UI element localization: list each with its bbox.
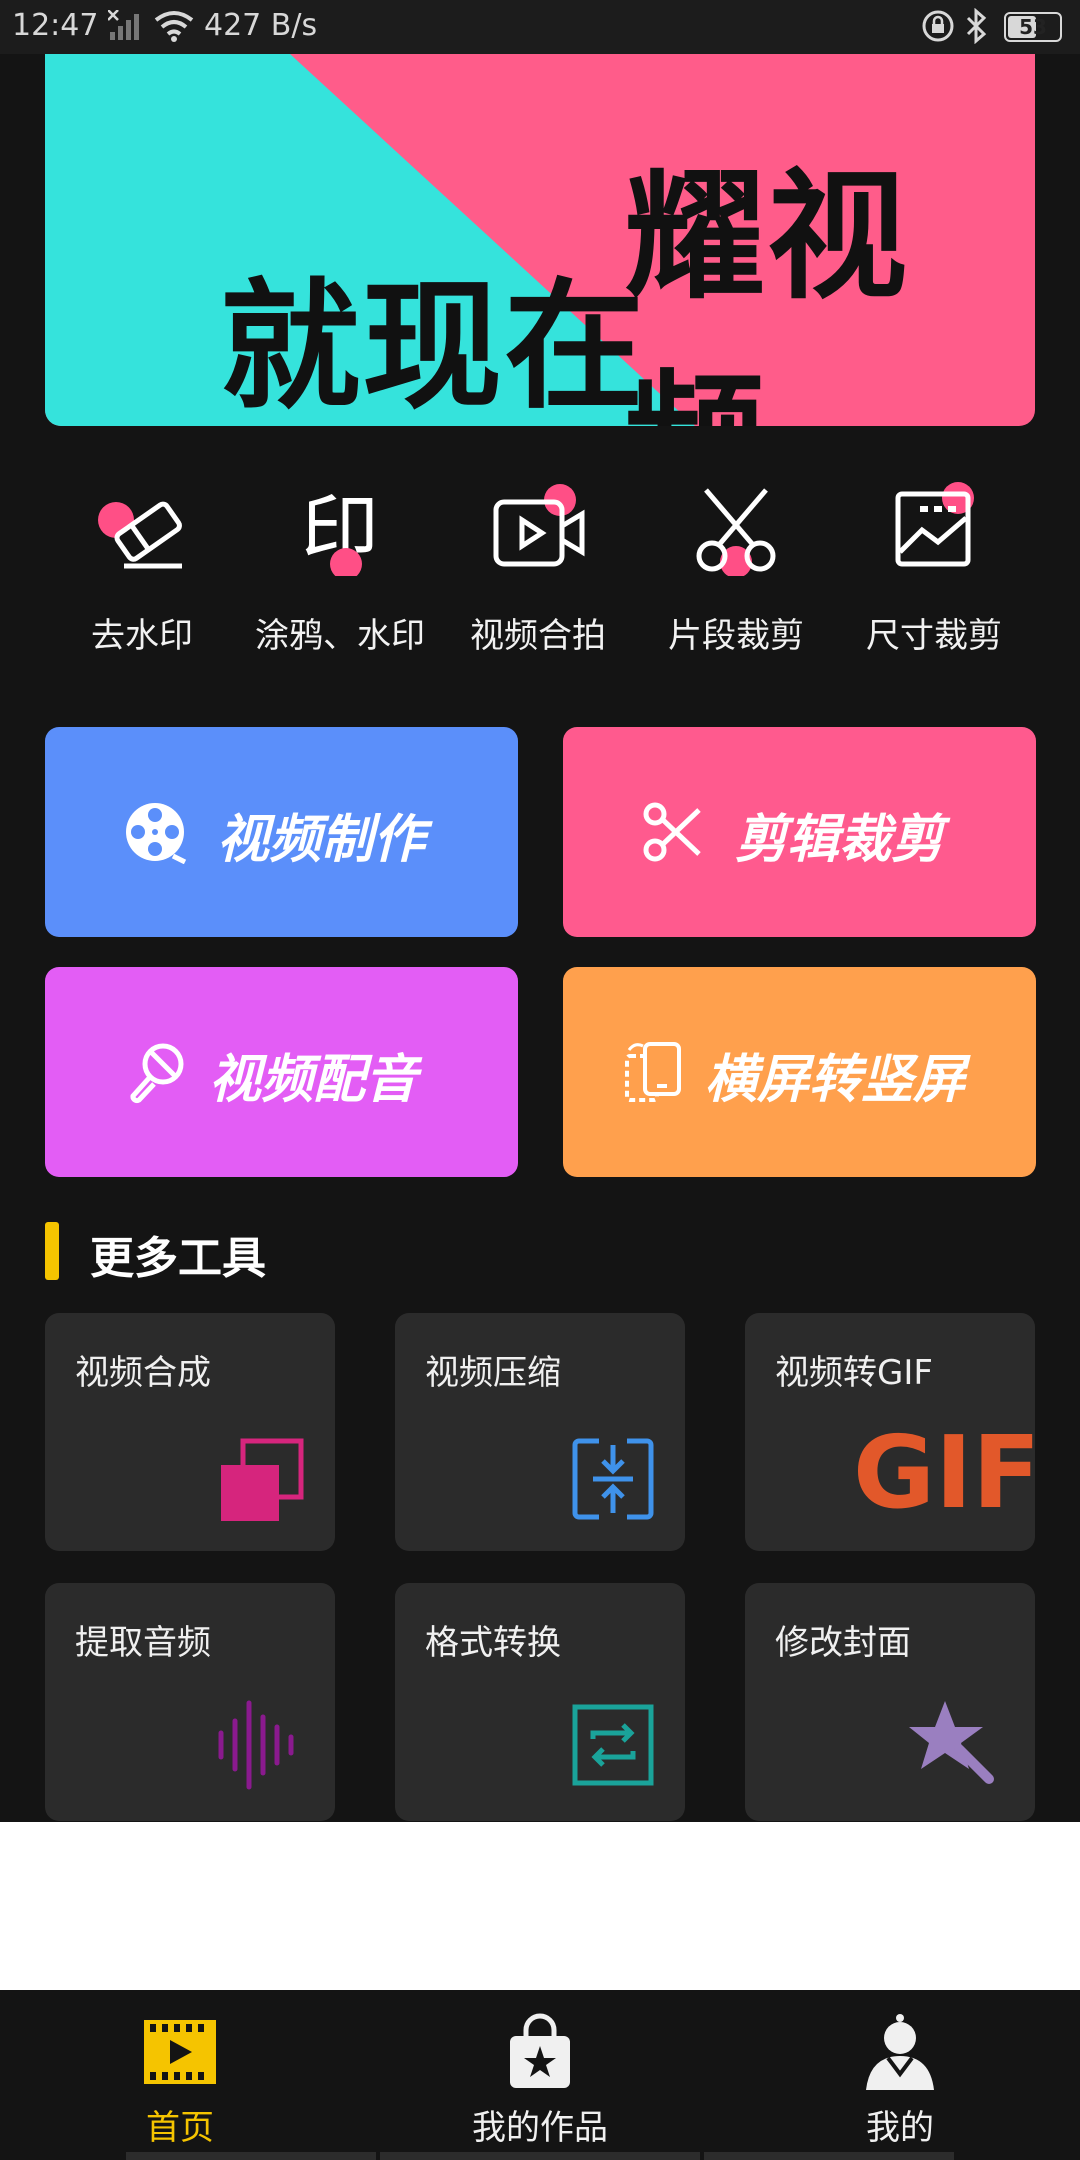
stamp-icon: 印: [301, 487, 379, 576]
tool-extract-audio[interactable]: 提取音频: [45, 1583, 335, 1821]
rotation-lock-icon: [922, 10, 954, 42]
battery-icon: 53: [1004, 12, 1062, 42]
quick-tool-label: 视频合拍: [470, 616, 606, 656]
landscape-to-portrait-label: 横屏转竖屏: [705, 1050, 966, 1110]
nav-home-label: 首页: [146, 2108, 214, 2148]
tool-label: 视频转GIF: [775, 1353, 933, 1393]
nav-profile[interactable]: 我的: [770, 1990, 1030, 2160]
blank-area: [0, 1822, 1080, 1990]
quick-tool-size-crop[interactable]: 尺寸裁剪: [839, 480, 1029, 660]
quick-tool-clip-cut[interactable]: 片段裁剪: [641, 480, 831, 660]
gif-icon: GIF: [853, 1414, 1041, 1531]
scissors-icon: [643, 802, 701, 862]
video-making-label: 视频制作: [217, 810, 426, 870]
star-wand-icon: [909, 1701, 994, 1784]
image-crop-icon: [895, 482, 974, 567]
clip-cut-button[interactable]: 剪辑裁剪: [563, 727, 1036, 937]
section-accent-bar: [45, 1222, 59, 1280]
promo-banner[interactable]: 耀视频 就现在: [45, 54, 1035, 426]
landscape-to-portrait-button[interactable]: 横屏转竖屏: [563, 967, 1036, 1177]
quick-tool-label: 去水印: [91, 616, 193, 656]
video-making-button[interactable]: 视频制作: [45, 727, 518, 937]
user-icon: [866, 2014, 934, 2090]
nav-divider: [704, 2152, 954, 2160]
status-time: 12:47: [12, 8, 99, 43]
wifi-icon: [154, 11, 194, 42]
network-speed: 427 B/s: [204, 8, 318, 43]
convert-icon: [572, 1704, 654, 1786]
tool-label: 视频压缩: [425, 1353, 561, 1393]
tool-edit-cover[interactable]: 修改封面: [745, 1583, 1035, 1821]
bluetooth-icon: [966, 8, 987, 44]
banner-subtitle: 就现在: [220, 266, 647, 426]
banner-title: 耀视频: [625, 156, 910, 426]
tool-label: 修改封面: [775, 1623, 911, 1663]
quick-tool-video-duet[interactable]: 视频合拍: [443, 480, 633, 660]
microphone-icon: [130, 1043, 184, 1104]
quick-tool-label: 尺寸裁剪: [866, 616, 1002, 656]
video-camera-icon: [493, 484, 585, 567]
quick-tool-label: 片段裁剪: [668, 616, 804, 656]
tool-video-merge[interactable]: 视频合成: [45, 1313, 335, 1551]
nav-divider: [126, 2152, 376, 2160]
scissors-icon: [696, 488, 776, 576]
status-bar: 12:47 427 B/s 53: [0, 0, 1080, 54]
rotate-screen-icon: [625, 1042, 681, 1102]
bottom-navigation: 首页 我的作品 我的: [0, 1990, 1080, 2160]
bag-star-icon: [510, 2013, 570, 2088]
tool-video-compress[interactable]: 视频压缩: [395, 1313, 685, 1551]
quick-tool-remove-watermark[interactable]: 去水印: [47, 480, 237, 660]
quick-tool-label: 涂鸦、水印: [255, 616, 425, 656]
nav-home[interactable]: 首页: [50, 1990, 310, 2160]
compress-icon: [572, 1438, 654, 1520]
tool-label: 格式转换: [425, 1623, 561, 1663]
cellular-signal-icon: [108, 10, 139, 40]
battery-level: 53: [1019, 15, 1047, 39]
nav-my-works[interactable]: 我的作品: [410, 1990, 670, 2160]
film-icon: [144, 2020, 216, 2084]
nav-profile-label: 我的: [866, 2108, 934, 2148]
tool-label: 提取音频: [75, 1623, 211, 1663]
nav-my-works-label: 我的作品: [472, 2108, 608, 2148]
audio-wave-icon: [218, 1700, 294, 1790]
tool-video-to-gif[interactable]: 视频转GIF GIF: [745, 1313, 1041, 1551]
tool-label: 视频合成: [75, 1353, 211, 1393]
video-dubbing-button[interactable]: 视频配音: [45, 967, 518, 1177]
nav-divider: [380, 2152, 700, 2160]
tool-format-convert[interactable]: 格式转换: [395, 1583, 685, 1821]
video-dubbing-label: 视频配音: [209, 1050, 418, 1110]
clip-cut-label: 剪辑裁剪: [735, 810, 944, 870]
merge-icon: [221, 1438, 304, 1521]
more-tools-title: 更多工具: [90, 1233, 266, 1284]
film-reel-icon: [126, 803, 187, 864]
quick-tool-doodle-watermark[interactable]: 印 涂鸦、水印: [245, 480, 435, 660]
eraser-icon: [98, 501, 182, 569]
